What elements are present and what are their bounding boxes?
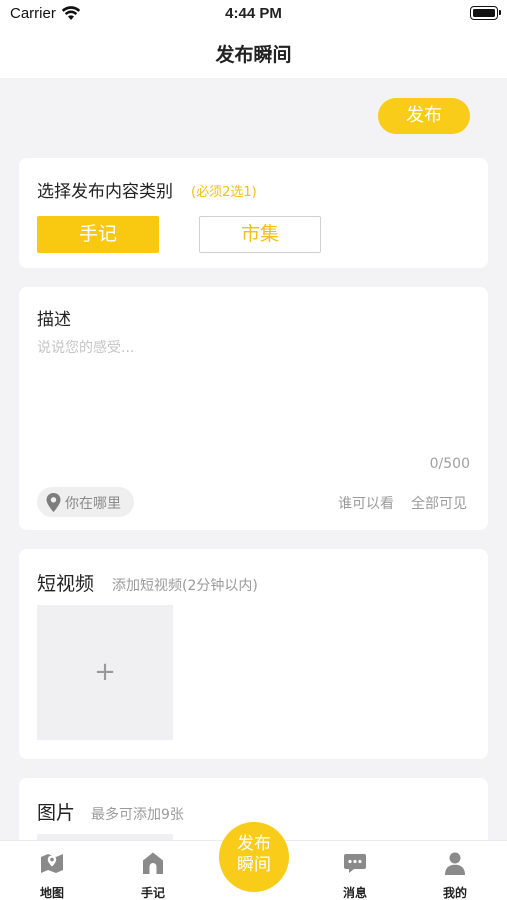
publish-button[interactable]: 发布 (378, 98, 470, 134)
map-icon (41, 854, 63, 873)
tab-label-messages: 消息 (342, 886, 367, 900)
description-input[interactable] (37, 337, 467, 447)
tab-map[interactable]: 地图 (17, 841, 87, 900)
tab-label-map: 地图 (39, 886, 64, 900)
video-card: 短视频 添加短视频(2分钟以内) + (19, 549, 488, 759)
image-hint: 最多可添加9张 (91, 807, 184, 823)
image-title: 图片 (37, 802, 76, 824)
description-title: 描述 (37, 310, 71, 330)
tab-label-notes: 手记 (140, 886, 165, 900)
tab-messages[interactable]: 消息 (320, 841, 390, 900)
publish-moment-label: 发布 瞬间 (237, 834, 271, 875)
user-icon (445, 852, 465, 875)
message-icon (344, 854, 366, 873)
publish-moment-tab-button[interactable]: 发布 瞬间 (219, 822, 289, 892)
location-button[interactable]: 你在哪里 (37, 487, 134, 517)
status-time: 4:44 PM (225, 5, 282, 22)
category-option-notes[interactable]: 手记 (37, 216, 159, 253)
category-hint: (必须2选1) (191, 185, 257, 200)
plus-icon: + (94, 657, 116, 687)
battery-icon (470, 6, 501, 20)
page-title: 发布瞬间 (215, 44, 292, 66)
category-title: 选择发布内容类别 (37, 182, 173, 202)
video-hint: 添加短视频(2分钟以内) (112, 578, 258, 594)
location-label: 你在哪里 (65, 496, 121, 512)
category-option-market[interactable]: 市集 (199, 216, 321, 253)
visibility-selector[interactable]: 全部可见 (411, 493, 467, 513)
location-pin-icon (46, 493, 61, 512)
description-card: 描述 0/500 你在哪里 谁可以看 全部可见 (19, 287, 488, 530)
char-counter: 0/500 (429, 456, 470, 472)
tab-profile[interactable]: 我的 (420, 841, 490, 900)
tab-label-profile: 我的 (442, 886, 467, 900)
tab-notes[interactable]: 手记 (118, 841, 188, 900)
status-bar: Carrier 4:44 PM (0, 0, 507, 30)
home-icon (143, 852, 163, 874)
video-title: 短视频 (37, 573, 95, 595)
add-video-button[interactable]: + (37, 605, 173, 740)
visibility-label: 谁可以看 (338, 496, 394, 512)
category-card: 选择发布内容类别 (必须2选1) 手记 市集 (19, 158, 488, 268)
nav-bar: 发布瞬间 (0, 30, 507, 78)
